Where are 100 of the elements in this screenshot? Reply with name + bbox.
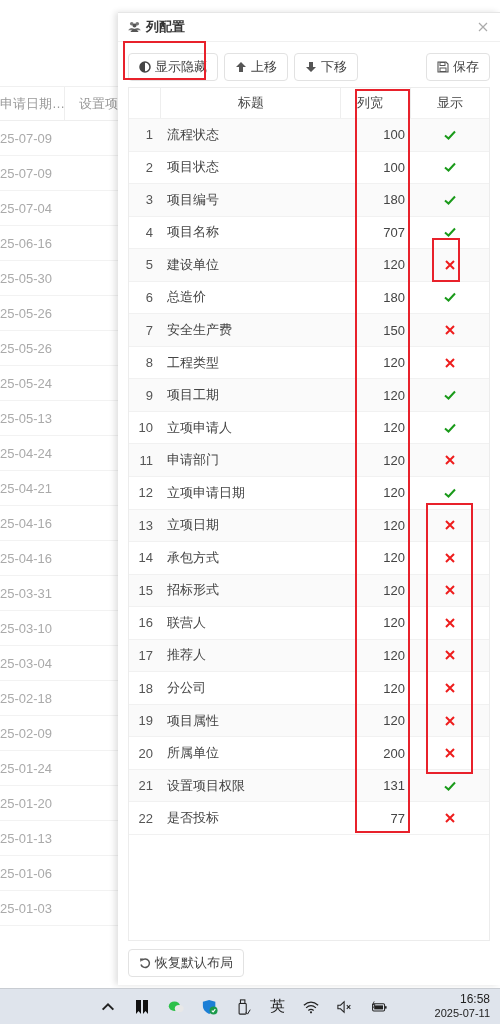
column-header: 标题 [161,87,341,118]
arrow-down-icon [305,60,317,73]
table-cell: 25-04-16 [0,550,53,566]
row-number: 3 [144,192,154,208]
check-icon[interactable] [444,162,456,173]
reset-layout-button[interactable]: 恢复默认布局 [128,949,244,977]
table-cell-text: 招标形式 [166,581,220,600]
row-number: 17 [137,648,154,663]
row-number: 2 [144,159,154,175]
table-cell-text: 180 [382,289,406,305]
row-number: 19 [137,713,154,729]
row-number: 13 [137,517,154,533]
column-header: 列宽 [341,87,411,118]
cross-icon[interactable] [445,617,455,628]
panel-title: 列配置 [146,18,185,36]
cross-icon[interactable] [445,259,455,270]
table-cell-text: 建设单位 [166,255,220,274]
table-cell-text: 120 [382,550,406,566]
table-cell-text: 联营人 [166,613,207,632]
table-cell-text: 100 [382,159,406,175]
row-number: 14 [137,550,154,566]
table-cell-text: 100 [382,127,406,143]
table-cell-text: 立项申请日期 [166,483,246,502]
table-cell: 25-04-16 [0,515,53,531]
row-number: 16 [137,615,154,631]
table-cell: 25-03-31 [0,585,53,601]
move-down-button[interactable]: 下移 [294,52,358,81]
table-cell: 25-04-24 [0,445,53,461]
column-header: 设置项 [79,94,118,113]
table-cell: 25-02-18 [0,690,53,706]
cross-icon[interactable] [445,748,455,759]
check-icon[interactable] [444,422,456,433]
table-cell: 25-06-16 [0,235,53,251]
check-icon[interactable] [444,129,456,140]
row-number: 18 [137,680,154,696]
check-icon[interactable] [444,194,456,205]
table-cell-text: 申请部门 [166,451,220,470]
table-cell: 25-01-06 [0,865,53,881]
table-cell-text: 安全生产费 [166,321,233,339]
table-cell-text: 项目名称 [166,223,220,242]
table-cell-text: 立项日期 [166,516,220,535]
cross-icon[interactable] [445,325,455,335]
check-icon[interactable] [444,487,456,498]
battery-icon[interactable] [371,998,387,1015]
cross-icon[interactable] [445,650,455,661]
table-cell-text: 120 [382,517,406,533]
table-cell-text: 180 [382,192,406,208]
check-icon[interactable] [444,227,456,238]
table-cell-text: 120 [382,355,406,371]
usb-drive-icon[interactable] [236,998,252,1015]
shield-icon[interactable] [202,998,218,1015]
table-cell: 25-05-24 [0,375,53,391]
clock-date[interactable]: 2025-07-11 [434,1007,490,1020]
row-number: 1 [144,127,154,143]
row-number: 8 [144,355,154,371]
cross-icon[interactable] [445,520,455,531]
row-number: 20 [137,745,154,761]
move-up-button[interactable]: 上移 [224,52,288,81]
cross-icon[interactable] [445,357,455,368]
cross-icon[interactable] [445,552,455,563]
column-header: 申请日期… [0,86,65,121]
table-cell-text: 项目属性 [166,711,220,730]
table-cell-text: 立项申请人 [166,418,233,437]
table-cell-text: 总造价 [166,288,207,307]
cross-icon[interactable] [445,813,455,824]
table-cell-text: 77 [389,810,406,826]
cross-icon[interactable] [445,585,455,596]
table-cell-text: 是否投标 [166,809,220,828]
row-number: 11 [138,452,154,468]
cross-icon[interactable] [445,455,455,466]
app-icon[interactable] [134,998,150,1015]
muted-speaker-icon[interactable] [337,998,353,1015]
check-icon[interactable] [444,780,456,791]
table-cell: 25-07-04 [0,200,53,216]
table-cell-text: 131 [382,778,406,794]
table-cell-text: 150 [382,322,406,338]
table-cell: 25-04-21 [0,480,53,496]
cross-icon[interactable] [445,683,455,694]
table-cell-text: 707 [382,224,406,240]
row-number: 5 [144,257,154,273]
check-icon[interactable] [444,292,456,303]
table-cell: 25-01-13 [0,830,53,846]
row-number: 10 [137,420,154,436]
check-icon[interactable] [444,390,456,401]
undo-icon [139,957,151,969]
clock-time[interactable]: 16:58 [459,993,490,1008]
close-button[interactable] [476,20,490,34]
row-number: 12 [137,485,154,501]
table-cell-text: 承包方式 [166,548,220,567]
table-cell-text: 120 [382,485,406,501]
table-cell-text: 120 [382,615,406,631]
save-button[interactable]: 保存 [426,52,490,81]
table-cell: 25-01-20 [0,795,53,811]
input-method-indicator[interactable]: 英 [270,997,285,1016]
table-cell: 25-05-26 [0,340,53,356]
table-cell-text: 120 [382,713,406,729]
table-cell: 25-03-04 [0,655,53,671]
row-number: 22 [137,810,154,826]
table-cell-text: 120 [382,387,406,403]
cross-icon[interactable] [445,715,455,726]
